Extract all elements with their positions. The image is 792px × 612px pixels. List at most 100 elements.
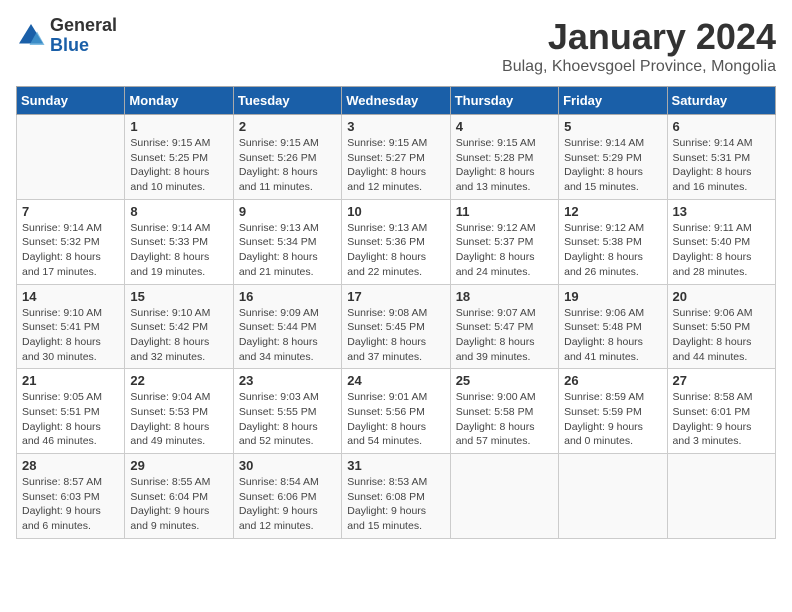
calendar-cell: 28Sunrise: 8:57 AMSunset: 6:03 PMDayligh… bbox=[17, 454, 125, 539]
header-friday: Friday bbox=[559, 87, 667, 115]
calendar-cell: 6Sunrise: 9:14 AMSunset: 5:31 PMDaylight… bbox=[667, 115, 775, 200]
calendar-cell: 20Sunrise: 9:06 AMSunset: 5:50 PMDayligh… bbox=[667, 284, 775, 369]
day-number: 19 bbox=[564, 289, 661, 304]
header-monday: Monday bbox=[125, 87, 233, 115]
day-info: Sunrise: 9:14 AMSunset: 5:33 PMDaylight:… bbox=[130, 221, 227, 280]
calendar-cell: 14 Sunrise: 9:10 AMSunset: 5:41 PMDayligh… bbox=[17, 284, 125, 369]
day-number: 22 bbox=[130, 373, 227, 388]
title-area: January 2024 Bulag, Khoevsgoel Province,… bbox=[502, 16, 776, 76]
day-number: 25 bbox=[456, 373, 553, 388]
day-info: Sunrise: 9:14 AMSunset: 5:32 PMDaylight:… bbox=[22, 221, 119, 280]
day-info: Sunrise: 9:06 AMSunset: 5:50 PMDaylight:… bbox=[673, 306, 770, 365]
day-info: Sunrise: 9:04 AMSunset: 5:53 PMDaylight:… bbox=[130, 390, 227, 449]
calendar-cell: 30 Sunrise: 8:54 AMSunset: 6:06 PMDayligh… bbox=[233, 454, 341, 539]
day-info: Sunrise: 9:10 AMSunset: 5:42 PMDaylight:… bbox=[130, 306, 227, 365]
header-thursday: Thursday bbox=[450, 87, 558, 115]
day-info: Sunrise: 9:11 AMSunset: 5:40 PMDaylight:… bbox=[673, 221, 770, 280]
day-number: 1 bbox=[130, 119, 227, 134]
day-info: Sunrise: 9:05 AMSunset: 5:51 PMDaylight:… bbox=[22, 390, 119, 449]
day-info: Sunrise: 8:58 AMSunset: 6:01 PMDaylight:… bbox=[673, 390, 770, 449]
day-info: Sunrise: 9:13 AMSunset: 5:34 PMDaylight:… bbox=[239, 221, 336, 280]
calendar-week-3: 14 Sunrise: 9:10 AMSunset: 5:41 PMDayligh… bbox=[17, 284, 776, 369]
day-number: 9 bbox=[239, 204, 336, 219]
calendar-cell: 7Sunrise: 9:14 AMSunset: 5:32 PMDaylight… bbox=[17, 199, 125, 284]
calendar-cell: 13 Sunrise: 9:11 AMSunset: 5:40 PMDayligh… bbox=[667, 199, 775, 284]
day-info: Sunrise: 9:12 AMSunset: 5:38 PMDaylight:… bbox=[564, 221, 661, 280]
day-number: 11 bbox=[456, 204, 553, 219]
header-tuesday: Tuesday bbox=[233, 87, 341, 115]
day-number: 29 bbox=[130, 458, 227, 473]
day-info: Sunrise: 8:55 AMSunset: 6:04 PMDaylight:… bbox=[130, 475, 227, 534]
calendar-cell: 11 Sunrise: 9:12 AMSunset: 5:37 PMDayligh… bbox=[450, 199, 558, 284]
calendar-cell: 15 Sunrise: 9:10 AMSunset: 5:42 PMDayligh… bbox=[125, 284, 233, 369]
day-info: Sunrise: 9:15 AMSunset: 5:27 PMDaylight:… bbox=[347, 136, 444, 195]
calendar-cell bbox=[17, 115, 125, 200]
subtitle: Bulag, Khoevsgoel Province, Mongolia bbox=[502, 58, 776, 76]
day-number: 2 bbox=[239, 119, 336, 134]
day-number: 21 bbox=[22, 373, 119, 388]
day-number: 6 bbox=[673, 119, 770, 134]
day-number: 23 bbox=[239, 373, 336, 388]
calendar-header-row: SundayMondayTuesdayWednesdayThursdayFrid… bbox=[17, 87, 776, 115]
calendar-cell: 16 Sunrise: 9:09 AMSunset: 5:44 PMDayligh… bbox=[233, 284, 341, 369]
calendar-cell: 29 Sunrise: 8:55 AMSunset: 6:04 PMDayligh… bbox=[125, 454, 233, 539]
calendar-cell: 24 Sunrise: 9:01 AMSunset: 5:56 PMDayligh… bbox=[342, 369, 450, 454]
day-info: Sunrise: 8:54 AMSunset: 6:06 PMDaylight:… bbox=[239, 475, 336, 534]
day-number: 28 bbox=[22, 458, 119, 473]
calendar-cell: 23 Sunrise: 9:03 AMSunset: 5:55 PMDayligh… bbox=[233, 369, 341, 454]
logo-general-text: General bbox=[50, 15, 117, 35]
calendar-cell: 12 Sunrise: 9:12 AMSunset: 5:38 PMDayligh… bbox=[559, 199, 667, 284]
day-number: 16 bbox=[239, 289, 336, 304]
calendar-week-5: 28Sunrise: 8:57 AMSunset: 6:03 PMDayligh… bbox=[17, 454, 776, 539]
calendar-table: SundayMondayTuesdayWednesdayThursdayFrid… bbox=[16, 86, 776, 539]
day-info: Sunrise: 9:07 AMSunset: 5:47 PMDaylight:… bbox=[456, 306, 553, 365]
day-number: 18 bbox=[456, 289, 553, 304]
day-number: 27 bbox=[673, 373, 770, 388]
day-number: 5 bbox=[564, 119, 661, 134]
day-info: Sunrise: 9:14 AMSunset: 5:29 PMDaylight:… bbox=[564, 136, 661, 195]
day-info: Sunrise: 9:09 AMSunset: 5:44 PMDaylight:… bbox=[239, 306, 336, 365]
calendar-cell: 17Sunrise: 9:08 AMSunset: 5:45 PMDayligh… bbox=[342, 284, 450, 369]
calendar-cell: 31Sunrise: 8:53 AMSunset: 6:08 PMDayligh… bbox=[342, 454, 450, 539]
day-number: 30 bbox=[239, 458, 336, 473]
calendar-cell: 18 Sunrise: 9:07 AMSunset: 5:47 PMDayligh… bbox=[450, 284, 558, 369]
day-number: 12 bbox=[564, 204, 661, 219]
calendar-cell: 2 Sunrise: 9:15 AMSunset: 5:26 PMDaylight… bbox=[233, 115, 341, 200]
calendar-cell bbox=[667, 454, 775, 539]
header-sunday: Sunday bbox=[17, 87, 125, 115]
calendar-cell bbox=[559, 454, 667, 539]
calendar-cell: 19Sunrise: 9:06 AMSunset: 5:48 PMDayligh… bbox=[559, 284, 667, 369]
logo-blue-text: Blue bbox=[50, 35, 89, 55]
day-number: 14 bbox=[22, 289, 119, 304]
logo: General Blue bbox=[16, 16, 117, 56]
day-number: 8 bbox=[130, 204, 227, 219]
day-info: Sunrise: 9:10 AMSunset: 5:41 PMDaylight:… bbox=[22, 306, 119, 365]
day-number: 17 bbox=[347, 289, 444, 304]
calendar-cell: 3 Sunrise: 9:15 AMSunset: 5:27 PMDaylight… bbox=[342, 115, 450, 200]
calendar-cell: 21 Sunrise: 9:05 AMSunset: 5:51 PMDayligh… bbox=[17, 369, 125, 454]
calendar-cell: 8 Sunrise: 9:14 AMSunset: 5:33 PMDaylight… bbox=[125, 199, 233, 284]
day-info: Sunrise: 9:12 AMSunset: 5:37 PMDaylight:… bbox=[456, 221, 553, 280]
header-wednesday: Wednesday bbox=[342, 87, 450, 115]
calendar-cell: 22 Sunrise: 9:04 AMSunset: 5:53 PMDayligh… bbox=[125, 369, 233, 454]
calendar-cell: 26Sunrise: 8:59 AMSunset: 5:59 PMDayligh… bbox=[559, 369, 667, 454]
calendar-cell: 10Sunrise: 9:13 AMSunset: 5:36 PMDayligh… bbox=[342, 199, 450, 284]
day-number: 24 bbox=[347, 373, 444, 388]
day-info: Sunrise: 9:15 AMSunset: 5:25 PMDaylight:… bbox=[130, 136, 227, 195]
day-info: Sunrise: 9:03 AMSunset: 5:55 PMDaylight:… bbox=[239, 390, 336, 449]
day-info: Sunrise: 9:01 AMSunset: 5:56 PMDaylight:… bbox=[347, 390, 444, 449]
logo-icon bbox=[16, 21, 46, 51]
main-title: January 2024 bbox=[502, 16, 776, 58]
day-number: 15 bbox=[130, 289, 227, 304]
day-info: Sunrise: 8:53 AMSunset: 6:08 PMDaylight:… bbox=[347, 475, 444, 534]
day-number: 13 bbox=[673, 204, 770, 219]
calendar-body: 1 Sunrise: 9:15 AMSunset: 5:25 PMDaylight… bbox=[17, 115, 776, 539]
day-number: 10 bbox=[347, 204, 444, 219]
calendar-cell: 5 Sunrise: 9:14 AMSunset: 5:29 PMDaylight… bbox=[559, 115, 667, 200]
day-info: Sunrise: 8:59 AMSunset: 5:59 PMDaylight:… bbox=[564, 390, 661, 449]
calendar-cell bbox=[450, 454, 558, 539]
day-number: 3 bbox=[347, 119, 444, 134]
day-info: Sunrise: 9:15 AMSunset: 5:26 PMDaylight:… bbox=[239, 136, 336, 195]
calendar-week-4: 21 Sunrise: 9:05 AMSunset: 5:51 PMDayligh… bbox=[17, 369, 776, 454]
day-number: 4 bbox=[456, 119, 553, 134]
